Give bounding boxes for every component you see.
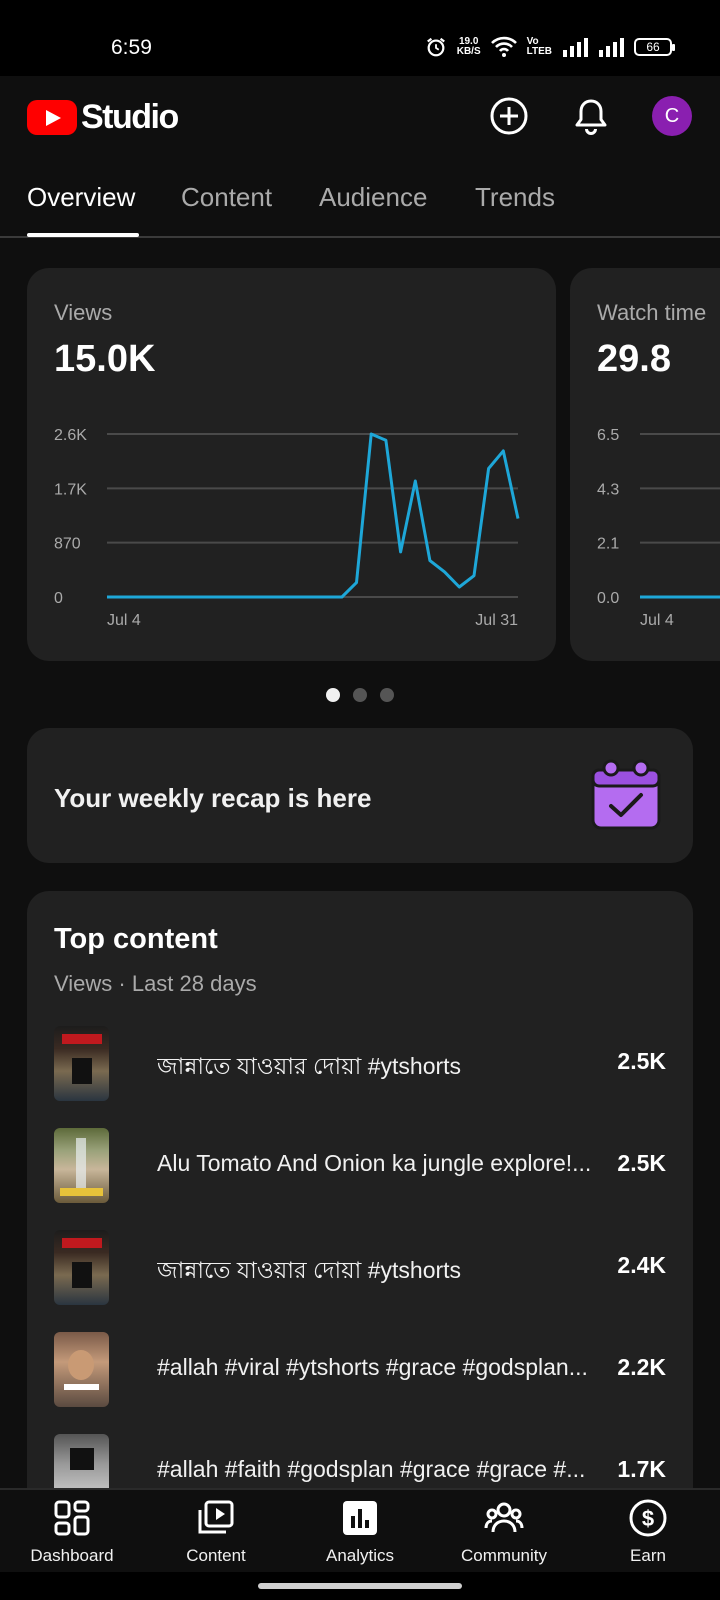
list-item[interactable]: #allah #viral #ytshorts #grace #godsplan…: [54, 1332, 666, 1408]
youtube-play-icon: [27, 100, 77, 135]
video-views: 2.4K: [617, 1252, 666, 1278]
video-title: জান্নাতে যাওয়ার দোয়া #ytshorts: [157, 1053, 462, 1079]
youtube-studio-logo: Studio: [27, 98, 179, 137]
top-content-card: Top content Views · Last 28 days জান্নাত…: [27, 891, 693, 1531]
y-tick-label: 4.3: [597, 481, 619, 498]
tab-overview[interactable]: Overview: [27, 182, 135, 213]
video-title: জান্নাতে যাওয়ার দোয়া #ytshorts: [157, 1257, 462, 1283]
y-tick-label: 2.1: [597, 536, 619, 553]
pager-dot-2[interactable]: [353, 688, 367, 702]
nav-community[interactable]: Community: [434, 1490, 574, 1574]
video-title: #allah #viral #ytshorts #grace #godsplan…: [157, 1354, 588, 1380]
video-views: 1.7K: [617, 1456, 666, 1482]
carousel-pager: [0, 688, 720, 702]
tab-trends[interactable]: Trends: [475, 182, 555, 213]
account-avatar[interactable]: C: [652, 96, 692, 136]
video-thumbnail: [54, 1128, 109, 1203]
analytics-icon: [343, 1501, 377, 1535]
nav-label: Content: [186, 1546, 246, 1565]
video-views: 2.5K: [617, 1048, 666, 1074]
weekly-recap-text: Your weekly recap is here: [54, 783, 372, 813]
volte-bottom: LTEB: [526, 46, 552, 57]
video-views: 2.2K: [617, 1354, 666, 1380]
notification-bell-icon[interactable]: [570, 95, 612, 137]
video-views: 2.5K: [617, 1150, 666, 1176]
dashboard-icon: [54, 1500, 90, 1536]
status-icons: 19.0 KB/S Vo LTEB 66: [425, 36, 675, 58]
pager-dot-3[interactable]: [380, 688, 394, 702]
pager-dot-1[interactable]: [326, 688, 340, 702]
video-title: #allah #faith #godsplan #grace #grace #.…: [157, 1456, 586, 1482]
y-tick-label: 870: [54, 536, 81, 553]
list-item[interactable]: জান্নাতে যাওয়ার দোয়া #ytshorts 2.5K: [54, 1026, 666, 1102]
video-title: Alu Tomato And Onion ka jungle explore!.…: [157, 1150, 592, 1176]
video-thumbnail: [54, 1230, 109, 1305]
views-chart: 0 870 1.7K 2.6K Jul 4 Jul 31: [54, 427, 520, 629]
create-plus-icon[interactable]: [488, 95, 530, 137]
list-item[interactable]: Alu Tomato And Onion ka jungle explore!.…: [54, 1128, 666, 1204]
x-tick-label: Jul 4: [640, 612, 674, 629]
tab-audience[interactable]: Audience: [319, 182, 427, 213]
calendar-check-icon: [591, 759, 661, 830]
nav-analytics[interactable]: Analytics: [290, 1490, 430, 1574]
list-item[interactable]: জান্নাতে যাওয়ার দোয়া #ytshorts 2.4K: [54, 1230, 666, 1306]
alarm-icon: [426, 37, 445, 57]
status-bar: 6:59 19.0 KB/S Vo LTEB 66: [0, 0, 720, 76]
top-content-title: Top content: [54, 923, 218, 955]
community-icon: [484, 1502, 524, 1533]
nav-label: Dashboard: [30, 1546, 114, 1565]
active-tab-indicator: [27, 233, 139, 237]
tab-bar: Overview Content Audience Trends: [0, 158, 720, 238]
weekly-recap-card[interactable]: Your weekly recap is here: [27, 728, 693, 863]
video-thumbnail: [54, 1026, 109, 1101]
nav-label: Community: [461, 1546, 547, 1565]
series-line: [107, 432, 520, 599]
nav-label: Analytics: [325, 1546, 395, 1565]
nav-dashboard[interactable]: Dashboard: [2, 1490, 142, 1574]
y-tick-label: 2.6K: [54, 427, 87, 444]
video-thumbnail: [54, 1332, 109, 1407]
watch-time-card[interactable]: Watch time 29.8 0.0 2.1 4.3 6.5 Jul 4: [570, 268, 720, 661]
x-tick-label: Jul 4: [107, 612, 141, 629]
views-card[interactable]: Views 15.0K 0 870 1.7K 2.6K Jul 4 Jul 31: [27, 268, 556, 661]
wifi-icon: [490, 36, 517, 57]
nav-earn[interactable]: $ Earn: [578, 1490, 718, 1574]
y-tick-label: 6.5: [597, 427, 619, 444]
bottom-navigation: Dashboard Content Analytics Community $ …: [0, 1488, 720, 1572]
signal-icon: [563, 38, 588, 57]
network-speed: 19.0 KB/S: [457, 37, 481, 57]
y-tick-label: 1.7K: [54, 481, 87, 498]
logo-text: Studio: [81, 98, 179, 136]
volte-indicator: Vo LTEB: [527, 37, 552, 57]
signal-icon-2: [599, 38, 624, 57]
content-library-icon: [198, 1500, 234, 1534]
status-time: 6:59: [111, 36, 152, 59]
nav-label: Earn: [630, 1546, 666, 1565]
earn-dollar-icon: $: [629, 1499, 667, 1537]
watch-time-chart: 0.0 2.1 4.3 6.5 Jul 4: [597, 427, 720, 629]
svg-text:$: $: [642, 1506, 654, 1531]
nav-content[interactable]: Content: [146, 1490, 286, 1574]
y-tick-label: 0: [54, 590, 63, 607]
battery-indicator: 66: [634, 38, 675, 56]
network-speed-unit: KB/S: [456, 46, 481, 57]
top-content-subtitle: Views · Last 28 days: [54, 971, 257, 996]
tab-content[interactable]: Content: [181, 182, 272, 213]
app-header: Studio C: [0, 76, 720, 158]
y-tick-label: 0.0: [597, 590, 619, 607]
gesture-handle[interactable]: [258, 1583, 462, 1589]
x-tick-label: Jul 31: [475, 612, 518, 629]
